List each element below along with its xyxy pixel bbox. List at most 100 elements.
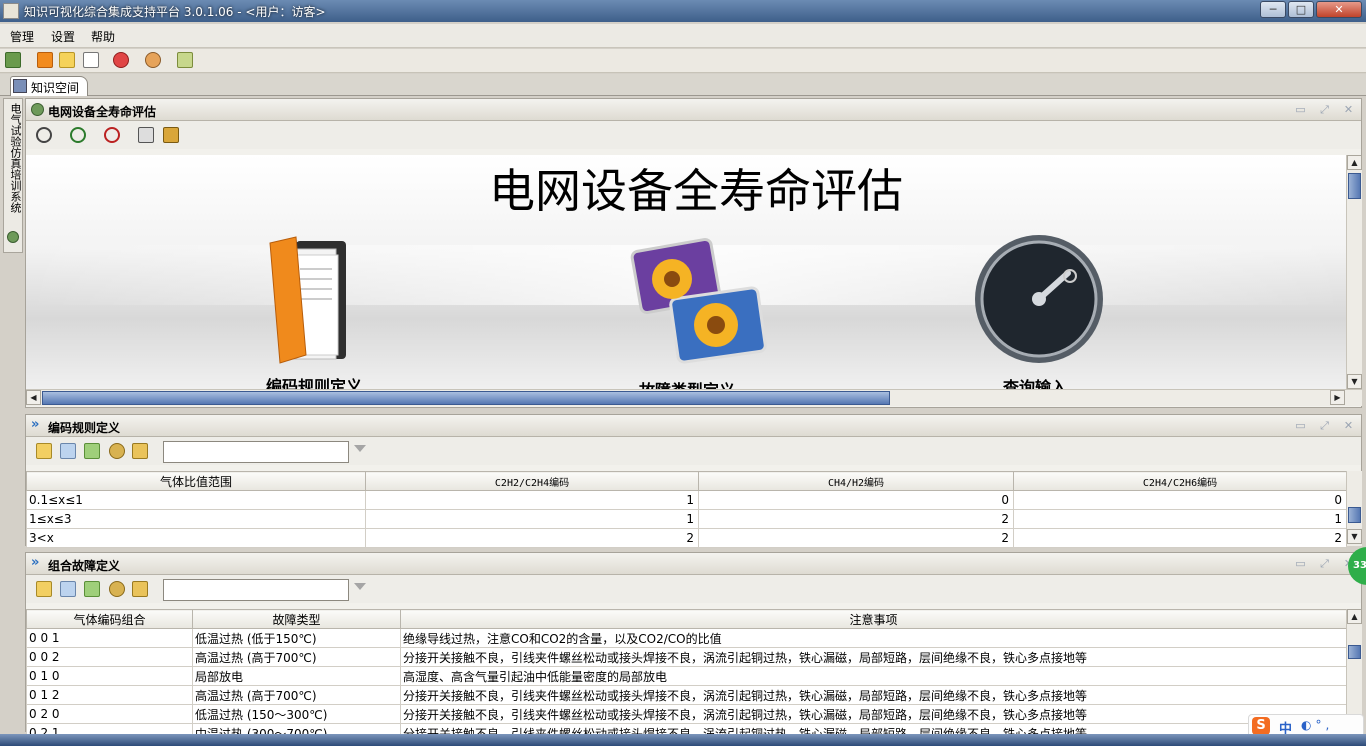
panel-header: » 组合故障定义 ▭ ⤢ ✕ [26,553,1361,575]
copy-icon[interactable] [60,443,76,459]
new-record-icon[interactable] [36,581,52,597]
table-row[interactable]: 1≤x≤3 1 2 1 [26,509,1347,529]
scroll-right-button[interactable]: ▶ [1330,390,1345,405]
scroll-thumb[interactable] [1348,507,1361,523]
table-cell: 低温过热 (150～300℃) [192,704,401,724]
horizontal-scrollbar[interactable]: ◀ ▶ [26,389,1362,406]
zoom-out-icon[interactable] [104,127,120,143]
search-input[interactable] [163,441,349,463]
table-cell: 分接开关接触不良，引线夹件螺丝松动或接头焊接不良，涡流引起铜过热，铁心漏磁，局部… [400,685,1347,705]
table-cell: 1≤x≤3 [26,509,366,529]
menu-help[interactable]: 帮助 [91,28,115,45]
table-row[interactable]: 0.1≤x≤1 1 0 0 [26,490,1347,510]
scroll-left-button[interactable]: ◀ [26,390,41,405]
item-label-coding-rules[interactable]: 编码规则定义 [266,373,362,389]
table-cell: 低温过热 (低于150℃) [192,628,401,648]
panel-minimize-icon[interactable]: ▭ [1295,104,1306,115]
minimize-button[interactable]: ─ [1260,1,1286,18]
print-icon[interactable] [138,127,154,143]
panel-maximize-icon[interactable]: ⤢ [1319,420,1330,431]
scroll-thumb[interactable] [42,391,890,405]
panel-minimize-icon[interactable]: ▭ [1295,558,1306,569]
column-header[interactable]: 气体编码组合 [26,609,193,629]
table-row[interactable]: 0 1 2 高温过热 (高于700℃) 分接开关接触不良，引线夹件螺丝松动或接头… [26,685,1347,705]
table-cell: 0 [1013,490,1347,510]
column-header[interactable]: C2H4/C2H6编码 [1013,471,1347,491]
scroll-thumb[interactable] [1348,645,1361,659]
scroll-up-button[interactable]: ▲ [1347,609,1362,624]
table-cell: 1 [365,509,699,529]
grid-toolbar [26,437,1361,465]
folder-open-icon[interactable] [132,443,148,459]
table-row[interactable]: 3<x 2 2 2 [26,528,1347,548]
ime-logo-icon[interactable]: S [1252,717,1270,735]
coding-rules-table: 气体比值范围 C2H2/C2H4编码 CH4/H2编码 C2H4/C2H6编码 … [26,471,1347,548]
photo-flowers-icon[interactable] [624,233,774,373]
table-header: 气体比值范围 C2H2/C2H4编码 CH4/H2编码 C2H4/C2H6编码 [26,471,1347,491]
table-cell: 0 0 2 [26,647,193,667]
panel-close-icon[interactable]: ✕ [1343,104,1354,115]
filter-icon[interactable] [354,583,366,590]
table-header: 气体编码组合 故障类型 注意事项 [26,609,1347,629]
ime-options-icon[interactable]: ◐°, [1301,718,1333,732]
sidebar-tab-training-system[interactable]: 电气试验仿真培训系统 [3,98,23,253]
column-header[interactable]: C2H2/C2H4编码 [365,471,699,491]
scroll-down-button[interactable]: ▼ [1347,529,1362,544]
column-header[interactable]: CH4/H2编码 [698,471,1014,491]
settings-icon[interactable] [109,443,125,459]
filter-icon[interactable] [354,445,366,452]
tag-icon[interactable] [84,443,100,459]
tag-icon[interactable] [84,581,100,597]
panel-close-icon[interactable]: ✕ [1343,420,1354,431]
panel-maximize-icon[interactable]: ⤢ [1319,104,1330,115]
document-icon[interactable] [83,52,99,68]
item-label-query-input[interactable]: 查询输入 [1003,374,1067,389]
package-icon[interactable] [177,52,193,68]
fault-definition-panel: » 组合故障定义 ▭ ⤢ ✕ 气体编码组合 故障类型 注意事项 0 0 1 低温… [25,552,1362,743]
table-row[interactable]: 0 2 0 低温过热 (150～300℃) 分接开关接触不良，引线夹件螺丝松动或… [26,704,1347,724]
panel-maximize-icon[interactable]: ⤢ [1319,558,1330,569]
title-bar: 知识可视化综合集成支持平台 3.0.1.06 - <用户：访客> ─ □ ✕ [0,0,1366,22]
table-cell: 0 [698,490,1014,510]
scroll-thumb[interactable] [1348,173,1361,199]
block-icon[interactable] [113,52,129,68]
folder-icon[interactable] [59,52,75,68]
search-input[interactable] [163,579,349,601]
new-record-icon[interactable] [36,443,52,459]
scroll-down-button[interactable]: ▼ [1347,374,1362,389]
menu-settings[interactable]: 设置 [51,28,75,45]
column-header[interactable]: 故障类型 [192,609,401,629]
close-button[interactable]: ✕ [1316,1,1362,18]
vertical-scrollbar[interactable]: ▲ [1346,609,1362,731]
maximize-button[interactable]: □ [1288,1,1314,18]
folder-documents-icon[interactable] [266,235,366,365]
table-row[interactable]: 0 0 2 高温过热 (高于700℃) 分接开关接触不良，引线夹件螺丝松动或接头… [26,647,1347,667]
item-label-fault-types[interactable]: 故障类型定义 [639,377,735,389]
panel-header: 电网设备全寿命评估 ▭ ⤢ ✕ [26,99,1361,121]
clipboard-icon[interactable] [163,127,179,143]
column-header[interactable]: 注意事项 [400,609,1347,629]
column-header[interactable]: 气体比值范围 [26,471,366,491]
table-row[interactable]: 0 1 0 局部放电 高湿度、高含气量引起油中低能量密度的局部放电 [26,666,1347,686]
settings-icon[interactable] [109,581,125,597]
window-title: 知识可视化综合集成支持平台 3.0.1.06 - <用户：访客> [24,5,326,19]
tab-label: 知识空间 [31,81,80,95]
menu-manage[interactable]: 管理 [10,28,34,45]
zoom-fit-icon[interactable] [36,127,52,143]
table-row[interactable]: 0 0 1 低温过热 (低于150℃) 绝缘导线过热，注意CO和CO2的含量，以… [26,628,1347,648]
folder-open-icon[interactable] [132,581,148,597]
exit-icon[interactable] [5,52,21,68]
vertical-scrollbar[interactable]: ▼ [1346,471,1362,546]
canvas-title: 电网设备全寿命评估 [489,164,903,218]
vertical-scrollbar[interactable]: ▲ ▼ [1346,155,1362,389]
dashboard-gauge-icon[interactable] [973,233,1105,365]
table-cell: 0.1≤x≤1 [26,490,366,510]
zoom-in-icon[interactable] [70,127,86,143]
user-icon[interactable] [145,52,161,68]
scroll-up-button[interactable]: ▲ [1347,155,1362,170]
tab-knowledge-space[interactable]: 知识空间 [10,76,88,96]
copy-icon[interactable] [60,581,76,597]
rss-icon[interactable] [37,52,53,68]
panel-minimize-icon[interactable]: ▭ [1295,420,1306,431]
table-cell: 0 0 1 [26,628,193,648]
